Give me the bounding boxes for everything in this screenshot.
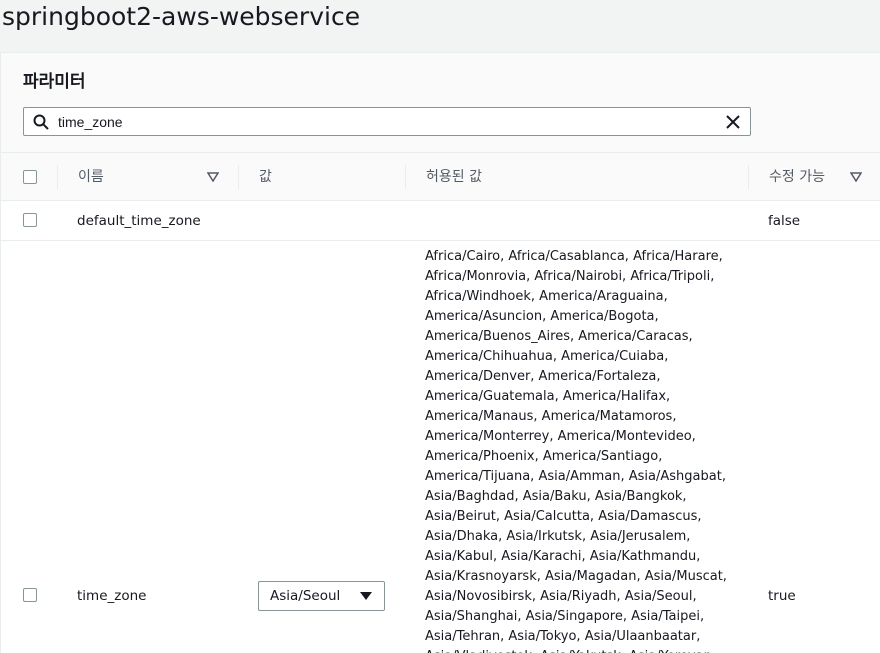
search-box[interactable] bbox=[23, 107, 751, 136]
column-header-allowed: 허용된 값 bbox=[426, 169, 482, 185]
column-header-name[interactable]: 이름 bbox=[78, 153, 104, 201]
select-all-checkbox[interactable] bbox=[23, 170, 37, 184]
panel-title: 파라미터 bbox=[23, 72, 86, 92]
table-row[interactable]: time_zone Asia/Seoul Africa/Cairo, Afric… bbox=[1, 241, 880, 653]
column-divider bbox=[57, 165, 58, 189]
column-divider bbox=[238, 165, 239, 189]
column-header-value: 값 bbox=[259, 169, 272, 185]
parameters-panel: 파라미터 이름 값 허용된 값 수정 가능 bbox=[0, 52, 880, 653]
column-divider bbox=[748, 165, 749, 189]
param-modifiable: true bbox=[768, 588, 796, 604]
row-checkbox[interactable] bbox=[23, 213, 37, 227]
column-header-modifiable[interactable]: 수정 가능 bbox=[769, 153, 825, 201]
param-modifiable: false bbox=[768, 213, 801, 229]
value-select-text: Asia/Seoul bbox=[270, 588, 341, 604]
search-icon bbox=[33, 114, 49, 130]
close-icon[interactable] bbox=[725, 114, 741, 130]
caret-down-icon bbox=[360, 592, 372, 600]
param-name: default_time_zone bbox=[77, 213, 201, 229]
value-select[interactable]: Asia/Seoul bbox=[258, 581, 385, 611]
param-name: time_zone bbox=[77, 588, 147, 604]
panel-header: 파라미터 bbox=[1, 53, 880, 153]
table-row[interactable]: default_time_zone false bbox=[1, 201, 880, 241]
page-title: springboot2-aws-webservice bbox=[2, 2, 361, 31]
sort-down-icon[interactable] bbox=[207, 172, 219, 182]
table-header: 이름 값 허용된 값 수정 가능 bbox=[1, 153, 880, 201]
allowed-values: Africa/Cairo, Africa/Casablanca, Africa/… bbox=[425, 249, 727, 653]
search-input[interactable] bbox=[58, 108, 708, 135]
sort-down-icon[interactable] bbox=[850, 172, 862, 182]
column-divider bbox=[405, 165, 406, 189]
row-checkbox[interactable] bbox=[23, 588, 37, 602]
